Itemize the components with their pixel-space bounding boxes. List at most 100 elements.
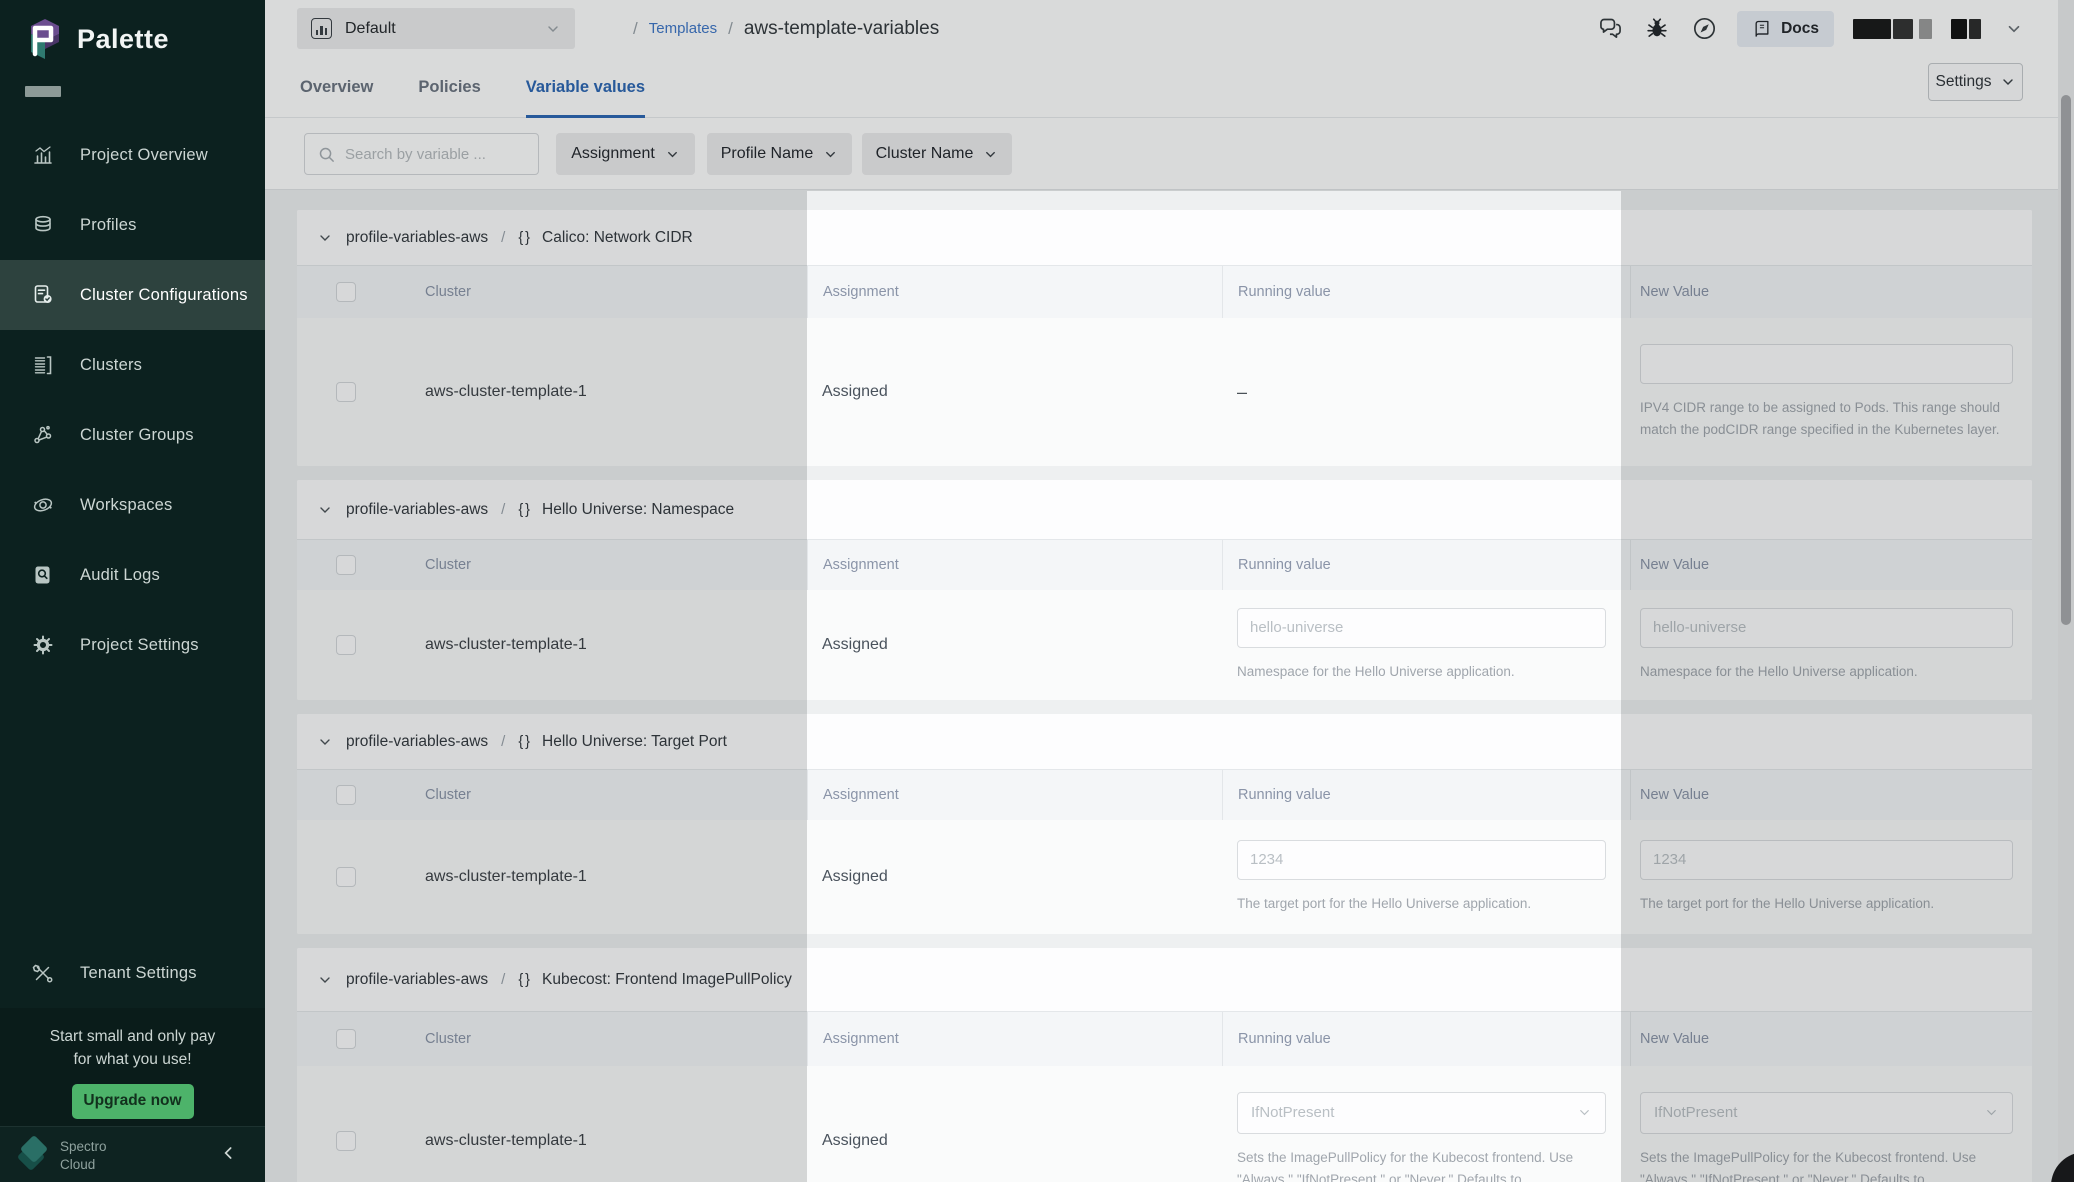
- filter-cluster-name[interactable]: Cluster Name: [862, 133, 1012, 175]
- assignment-status: Assigned: [822, 868, 888, 886]
- section-header[interactable]: profile-variables-aws / { } Calico: Netw…: [297, 210, 2032, 266]
- table-header: Cluster Assignment Running value New Val…: [297, 1012, 2032, 1066]
- redacted-user-info: [1853, 19, 1981, 39]
- feedback-chat-icon[interactable]: [1596, 15, 1624, 43]
- document-check-icon: [30, 282, 56, 308]
- palette-logo-icon: [25, 18, 65, 60]
- scrollbar-thumb[interactable]: [2061, 95, 2071, 625]
- scrollbar-track: [2058, 0, 2074, 1182]
- running-value-select[interactable]: IfNotPresent: [1237, 1092, 1606, 1134]
- row-checkbox[interactable]: [336, 1131, 356, 1151]
- tab-policies[interactable]: Policies: [418, 57, 480, 118]
- project-selector[interactable]: Default: [297, 8, 575, 49]
- variable-name: Calico: Network CIDR: [542, 229, 693, 247]
- table-header: Cluster Assignment Running value New Val…: [297, 540, 2032, 590]
- sidebar-item-tenant-settings[interactable]: Tenant Settings: [0, 938, 265, 1008]
- layers-icon: [30, 212, 56, 238]
- sidebar-item-workspaces[interactable]: Workspaces: [0, 470, 265, 540]
- sidebar-footer: Spectro Cloud: [0, 1126, 265, 1182]
- chevron-down-icon: [1984, 1105, 1999, 1120]
- column-new-value: New Value: [1640, 787, 1709, 803]
- sidebar-item-label: Cluster Groups: [80, 426, 194, 445]
- section-header[interactable]: profile-variables-aws / { } Kubecost: Fr…: [297, 948, 2032, 1012]
- column-running-value: Running value: [1238, 284, 1331, 300]
- palette-logo[interactable]: Palette: [25, 18, 169, 60]
- running-value-text: –: [1237, 382, 1605, 403]
- sidebar-item-project-settings[interactable]: Project Settings: [0, 610, 265, 680]
- bug-report-icon[interactable]: [1643, 15, 1671, 43]
- braces-icon: { }: [518, 972, 529, 988]
- breadcrumb-separator: /: [728, 19, 733, 39]
- column-assignment: Assignment: [823, 787, 899, 803]
- network-icon: [30, 422, 56, 448]
- promo-line-2: for what you use!: [0, 1048, 265, 1071]
- orbit-icon: [30, 492, 56, 518]
- new-value-input[interactable]: [1640, 840, 2013, 880]
- sidebar-item-label: Clusters: [80, 356, 142, 375]
- sidebar-item-label: Cluster Configurations: [80, 286, 248, 305]
- separator: /: [501, 971, 505, 988]
- row-checkbox[interactable]: [336, 382, 356, 402]
- sidebar-nav: Project Overview Profiles: [0, 120, 265, 680]
- explore-compass-icon[interactable]: [1690, 15, 1718, 43]
- select-all-checkbox[interactable]: [336, 1029, 356, 1049]
- brand-name: Palette: [77, 24, 169, 55]
- tab-overview[interactable]: Overview: [300, 57, 373, 118]
- search-input[interactable]: [345, 146, 526, 163]
- variable-description: Sets the ImagePullPolicy for the Kubecos…: [1640, 1147, 2016, 1182]
- breadcrumb-link-templates[interactable]: Templates: [649, 20, 717, 37]
- column-cluster: Cluster: [425, 284, 471, 300]
- sidebar-item-audit-logs[interactable]: Audit Logs: [0, 540, 265, 610]
- tab-variable-values[interactable]: Variable values: [526, 57, 645, 118]
- section-calico-network-cidr: profile-variables-aws / { } Calico: Netw…: [297, 210, 2032, 466]
- section-header[interactable]: profile-variables-aws / { } Hello Univer…: [297, 480, 2032, 540]
- filter-profile-name[interactable]: Profile Name: [707, 133, 852, 175]
- column-cluster: Cluster: [425, 1031, 471, 1047]
- filter-profile-name-label: Profile Name: [721, 145, 813, 163]
- new-value-input[interactable]: [1640, 608, 2013, 648]
- upgrade-now-button[interactable]: Upgrade now: [72, 1084, 194, 1119]
- select-all-checkbox[interactable]: [336, 282, 356, 302]
- chart-icon: [30, 142, 56, 168]
- settings-button[interactable]: Settings: [1928, 63, 2023, 101]
- sidebar-item-label: Profiles: [80, 216, 137, 235]
- column-new-value: New Value: [1640, 284, 1709, 300]
- redacted-project-label: [25, 86, 61, 97]
- user-menu-chevron-icon[interactable]: [2000, 15, 2028, 43]
- column-running-value: Running value: [1238, 1031, 1331, 1047]
- collapse-sidebar-button[interactable]: [219, 1143, 239, 1163]
- variable-description: Namespace for the Hello Universe applica…: [1237, 661, 1609, 683]
- sidebar-item-clusters[interactable]: Clusters: [0, 330, 265, 400]
- sidebar-item-label: Tenant Settings: [80, 964, 197, 983]
- chevron-down-icon: [545, 21, 561, 37]
- sidebar-item-profiles[interactable]: Profiles: [0, 190, 265, 260]
- profile-name: profile-variables-aws: [346, 733, 488, 751]
- search-box: [304, 133, 539, 175]
- sidebar-item-cluster-groups[interactable]: Cluster Groups: [0, 400, 265, 470]
- running-value-input[interactable]: [1237, 840, 1606, 880]
- row-checkbox[interactable]: [336, 867, 356, 887]
- chevron-down-icon: [665, 147, 680, 162]
- sidebar-item-cluster-configurations[interactable]: Cluster Configurations: [0, 260, 265, 330]
- breadcrumb-separator: /: [633, 19, 638, 39]
- column-running-value: Running value: [1238, 787, 1331, 803]
- running-value-input[interactable]: [1237, 608, 1606, 648]
- new-value-select[interactable]: IfNotPresent: [1640, 1092, 2013, 1134]
- row-checkbox[interactable]: [336, 635, 356, 655]
- project-chart-icon: [311, 18, 332, 39]
- chevron-down-icon: [317, 230, 333, 246]
- sidebar-item-project-overview[interactable]: Project Overview: [0, 120, 265, 190]
- select-all-checkbox[interactable]: [336, 785, 356, 805]
- docs-button[interactable]: Docs: [1737, 11, 1834, 47]
- filter-bar: Assignment Profile Name Cluster Name: [265, 118, 2074, 190]
- section-header[interactable]: profile-variables-aws / { } Hello Univer…: [297, 714, 2032, 770]
- cluster-name: aws-cluster-template-1: [425, 868, 587, 886]
- select-all-checkbox[interactable]: [336, 555, 356, 575]
- assignment-status: Assigned: [822, 636, 888, 654]
- chevron-down-icon: [823, 147, 838, 162]
- filter-assignment[interactable]: Assignment: [556, 133, 695, 175]
- select-value: IfNotPresent: [1251, 1104, 1334, 1121]
- page-title: aws-template-variables: [744, 18, 939, 40]
- new-value-input[interactable]: [1640, 344, 2013, 384]
- server-list-icon: [30, 352, 56, 378]
